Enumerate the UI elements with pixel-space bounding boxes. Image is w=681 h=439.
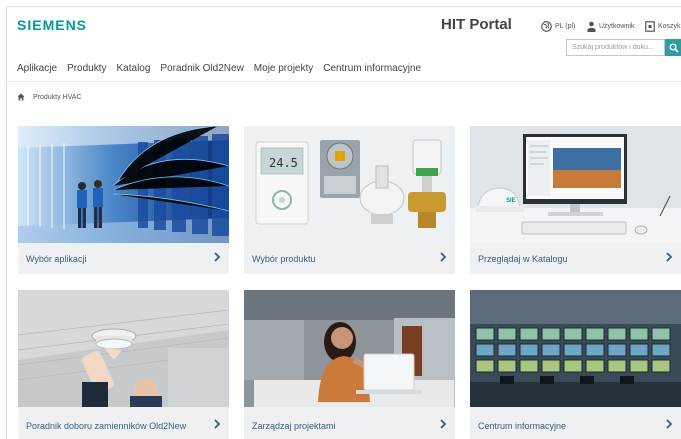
siemens-logo[interactable]: SIEMENS (17, 17, 87, 33)
chevron-right-icon (666, 419, 673, 429)
chevron-right-icon (666, 252, 673, 262)
chevron-right-icon (440, 252, 447, 262)
card-label: Centrum informacyjne (478, 421, 567, 431)
svg-text:SIE: SIE (506, 198, 516, 204)
card-label: Zarządzaj projektami (252, 421, 336, 431)
language-selector[interactable]: PL (pl) (541, 21, 575, 32)
cart-label: Koszyk (658, 23, 681, 30)
user-menu[interactable]: Użytkownik (587, 21, 634, 32)
breadcrumb-current: Produkty HVAC (33, 93, 82, 101)
nav-item-applications[interactable]: Aplikacje (17, 63, 57, 74)
woman-laptop-image (244, 290, 455, 407)
card-browse-catalog[interactable]: SIE Przeglądaj w Katalogu (470, 126, 681, 274)
search-button[interactable] (665, 39, 681, 56)
home-icon[interactable] (17, 93, 25, 101)
globe-icon (541, 21, 552, 32)
nav-item-my-projects[interactable]: Moje projekty (254, 63, 313, 74)
data-center-image (18, 126, 229, 243)
card-old2new-guide[interactable]: Poradnik doboru zamienników Old2New (18, 290, 229, 439)
language-label: PL (pl) (555, 23, 576, 30)
card-application-selection[interactable]: Wybór aplikacji (18, 126, 229, 274)
chevron-right-icon (440, 419, 447, 429)
chevron-right-icon (214, 419, 221, 429)
breadcrumb: Produkty HVAC (17, 93, 82, 101)
portal-title: HIT Portal (441, 16, 512, 33)
main-nav: Aplikacje Produkty Katalog Poradnik Old2… (17, 63, 431, 74)
user-label: Użytkownik (599, 23, 635, 30)
card-information-center[interactable]: Centrum informacyjne (470, 290, 681, 439)
nav-item-old2new[interactable]: Poradnik Old2New (160, 63, 243, 74)
products-image: 24.5 (244, 126, 455, 243)
chevron-right-icon (214, 252, 221, 262)
card-label: Wybór produktu (252, 254, 316, 264)
cart-icon (645, 21, 655, 32)
catalog-workstation-image: SIE (470, 126, 681, 243)
user-icon (587, 21, 596, 32)
nav-item-catalog[interactable]: Katalog (117, 63, 151, 74)
page: SIEMENS HIT Portal PL (pl) Użytkownik Ko… (6, 6, 681, 439)
card-label: Przeglądaj w Katalogu (478, 254, 568, 264)
search-icon (669, 43, 679, 53)
thermostat-reading: 24.5 (269, 156, 298, 170)
search-input[interactable] (566, 39, 665, 56)
nav-item-products[interactable]: Produkty (67, 63, 106, 74)
ceiling-detector-image (18, 290, 229, 407)
card-label: Poradnik doboru zamienników Old2New (26, 421, 187, 431)
cart-link[interactable]: Koszyk (645, 21, 681, 32)
nav-item-info-center[interactable]: Centrum informacyjne (323, 63, 421, 74)
card-label: Wybór aplikacji (26, 254, 87, 264)
nav-divider (7, 81, 681, 82)
card-product-selection[interactable]: 24.5 Wybór produktu (244, 126, 455, 274)
card-manage-projects[interactable]: Zarządzaj projektami (244, 290, 455, 439)
control-room-image (470, 290, 681, 407)
